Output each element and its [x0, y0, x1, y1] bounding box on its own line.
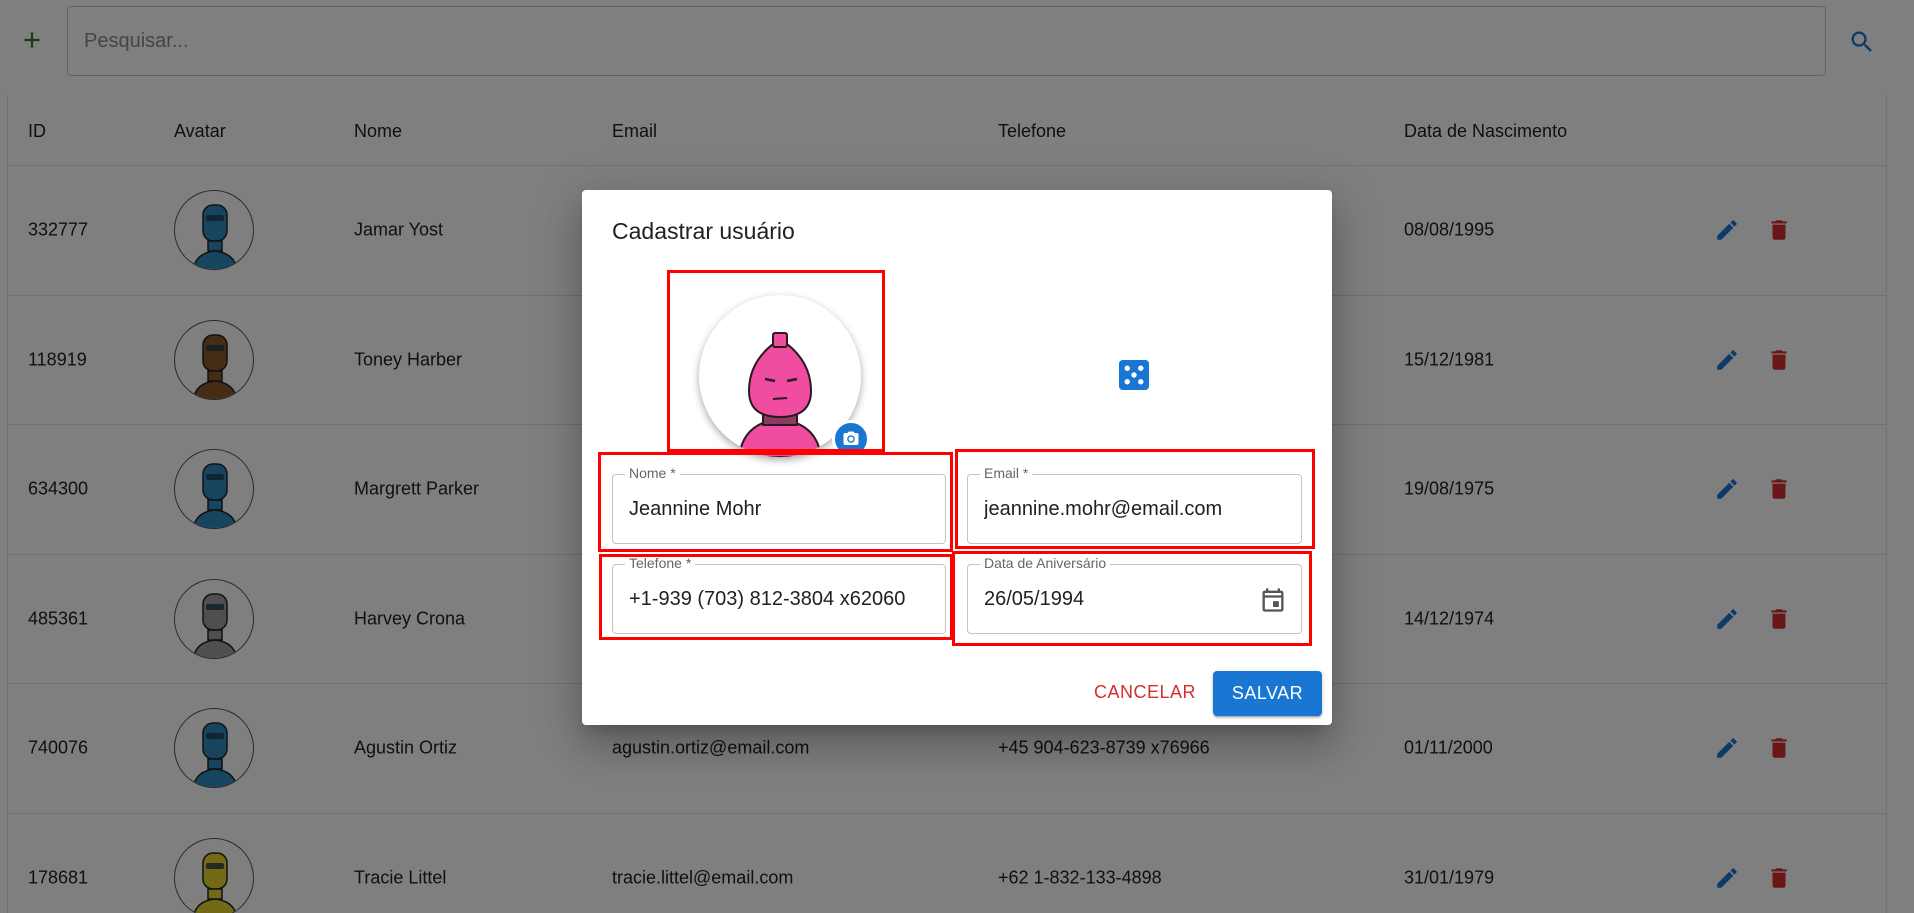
- register-user-dialog: Cadastrar usuário Nome * Email * Telefo: [582, 190, 1332, 725]
- aniversario-field: Data de Aniversário: [967, 555, 1302, 634]
- calendar-icon: [1262, 588, 1284, 612]
- nome-input[interactable]: [613, 475, 945, 543]
- camera-icon: [843, 431, 859, 445]
- nome-field: Nome *: [612, 465, 946, 544]
- email-field: Email *: [967, 465, 1302, 544]
- email-input[interactable]: [968, 475, 1301, 543]
- telefone-field: Telefone *: [612, 555, 946, 634]
- random-user-button[interactable]: [1116, 357, 1152, 393]
- change-avatar-button[interactable]: [832, 420, 870, 458]
- dialog-title: Cadastrar usuário: [612, 218, 795, 244]
- save-button[interactable]: SALVAR: [1213, 671, 1322, 716]
- aniversario-input[interactable]: [968, 565, 1301, 633]
- cancel-button[interactable]: CANCELAR: [1082, 670, 1208, 714]
- dice-icon: [1119, 360, 1149, 390]
- telefone-input[interactable]: [613, 565, 945, 633]
- avatar-picker: [699, 295, 870, 458]
- date-picker-button[interactable]: [1259, 586, 1287, 614]
